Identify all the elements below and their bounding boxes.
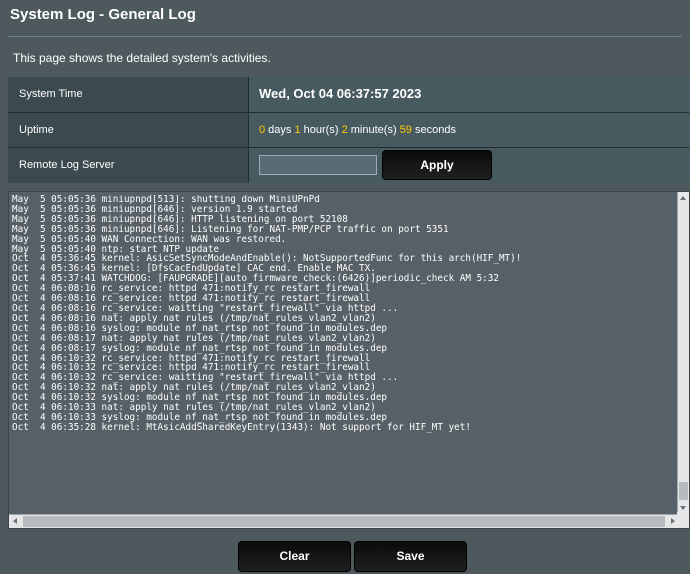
apply-button[interactable]: Apply xyxy=(382,150,492,180)
uptime-seconds-unit: seconds xyxy=(411,124,456,136)
system-log-page: System Log - General Log This page shows… xyxy=(0,0,690,574)
uptime-value: 0 days 1 hour(s) 2 minute(s) 59 seconds xyxy=(249,113,689,147)
system-time-row: System Time Wed, Oct 04 06:37:57 2023 xyxy=(8,77,689,112)
page-description: This page shows the detailed system's ac… xyxy=(13,51,271,65)
horizontal-scroll-thumb[interactable] xyxy=(23,516,665,527)
title-divider xyxy=(8,36,682,37)
uptime-minutes-unit: minute(s) xyxy=(347,124,400,136)
vertical-scrollbar[interactable] xyxy=(677,192,689,514)
log-line: Oct 4 06:35:28 kernel: MtAsicAddSharedKe… xyxy=(12,421,471,433)
uptime-label: Uptime xyxy=(8,113,249,147)
system-info-table: System Time Wed, Oct 04 06:37:57 2023 Up… xyxy=(8,77,689,183)
remote-log-server-cell: Apply xyxy=(249,148,689,183)
system-time-value: Wed, Oct 04 06:37:57 2023 xyxy=(249,77,689,112)
scroll-down-icon[interactable] xyxy=(680,506,686,510)
log-textarea[interactable]: May 5 05:05:36 miniupnpd[513]: shutting … xyxy=(8,191,690,529)
vertical-scroll-thumb[interactable] xyxy=(679,482,688,500)
scroll-right-icon[interactable] xyxy=(671,518,675,524)
save-button[interactable]: Save xyxy=(354,541,467,572)
uptime-seconds: 59 xyxy=(399,124,412,136)
scroll-left-icon[interactable] xyxy=(13,518,17,524)
page-title: System Log - General Log xyxy=(10,6,196,23)
log-content: May 5 05:05:36 miniupnpd[513]: shutting … xyxy=(12,195,677,433)
clear-button[interactable]: Clear xyxy=(238,541,351,572)
remote-log-server-row: Remote Log Server Apply xyxy=(8,147,689,183)
uptime-row: Uptime 0 days 1 hour(s) 2 minute(s) 59 s… xyxy=(8,112,689,147)
system-time-label: System Time xyxy=(8,77,249,112)
uptime-hours-unit: hour(s) xyxy=(300,124,342,136)
remote-log-server-label: Remote Log Server xyxy=(8,148,249,183)
horizontal-scrollbar[interactable] xyxy=(9,514,679,528)
scroll-up-icon[interactable] xyxy=(680,196,686,200)
scrollbar-corner xyxy=(677,512,689,528)
uptime-days-unit: days xyxy=(265,124,295,136)
remote-log-server-input[interactable] xyxy=(259,155,377,175)
